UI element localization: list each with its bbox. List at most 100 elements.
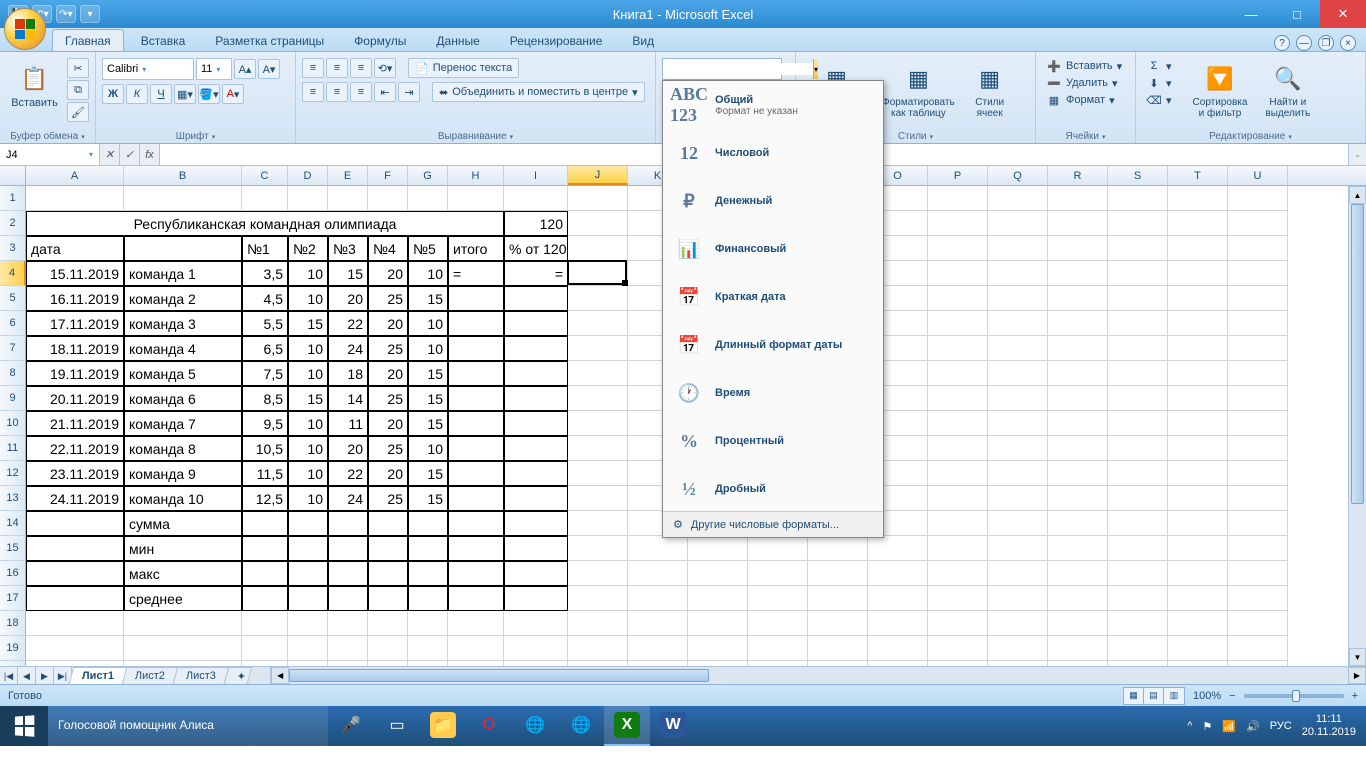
- cell-J7[interactable]: [568, 336, 628, 361]
- taskbar-task-view-icon[interactable]: ▭: [374, 706, 420, 746]
- cell-E6[interactable]: 22: [328, 311, 368, 336]
- cell-T14[interactable]: [1168, 511, 1228, 536]
- cell-M16[interactable]: [748, 561, 808, 586]
- cell-title-merged[interactable]: Республиканская командная олимпиада: [26, 211, 504, 236]
- cell-B8[interactable]: команда 5: [124, 361, 242, 386]
- page-break-view-icon[interactable]: ▥: [1164, 688, 1184, 704]
- cell-R17[interactable]: [1048, 586, 1108, 611]
- cell-D12[interactable]: 10: [288, 461, 328, 486]
- cell-N19[interactable]: [808, 636, 868, 661]
- cell-Q14[interactable]: [988, 511, 1048, 536]
- cell-T10[interactable]: [1168, 411, 1228, 436]
- tray-up-icon[interactable]: ^: [1187, 720, 1192, 732]
- cell-A8[interactable]: 19.11.2019: [26, 361, 124, 386]
- minimize-button[interactable]: —: [1228, 0, 1274, 28]
- cell-U5[interactable]: [1228, 286, 1288, 311]
- col-header-D[interactable]: D: [288, 166, 328, 185]
- taskbar-word-icon[interactable]: W: [650, 706, 696, 746]
- zoom-level[interactable]: 100%: [1193, 690, 1221, 702]
- cell-S8[interactable]: [1108, 361, 1168, 386]
- cell-F19[interactable]: [368, 636, 408, 661]
- cell-H11[interactable]: [448, 436, 504, 461]
- cell-A12[interactable]: 23.11.2019: [26, 461, 124, 486]
- cell-I4[interactable]: =: [504, 261, 568, 286]
- sheet-tab-Лист1[interactable]: Лист1: [69, 667, 128, 684]
- cell-U19[interactable]: [1228, 636, 1288, 661]
- cell-I15[interactable]: [504, 536, 568, 561]
- cell-H14[interactable]: [448, 511, 504, 536]
- insert-cells-button[interactable]: ➕Вставить ▾: [1042, 58, 1126, 74]
- cell-E15[interactable]: [328, 536, 368, 561]
- col-header-H[interactable]: H: [448, 166, 504, 185]
- cell-C5[interactable]: 4,5: [242, 286, 288, 311]
- cell-P4[interactable]: [928, 261, 988, 286]
- row-header-7[interactable]: 7: [0, 336, 26, 361]
- cell-T3[interactable]: [1168, 236, 1228, 261]
- borders-icon[interactable]: ▦▾: [174, 84, 196, 104]
- cell-T8[interactable]: [1168, 361, 1228, 386]
- cell-F13[interactable]: 25: [368, 486, 408, 511]
- row-header-2[interactable]: 2: [0, 211, 26, 236]
- cell-P16[interactable]: [928, 561, 988, 586]
- cell-T11[interactable]: [1168, 436, 1228, 461]
- tray-network-icon[interactable]: 📶: [1222, 720, 1236, 733]
- cell-E18[interactable]: [328, 611, 368, 636]
- align-left-icon[interactable]: ≡: [302, 82, 324, 102]
- cell-B14[interactable]: сумма: [124, 511, 242, 536]
- cell-R4[interactable]: [1048, 261, 1108, 286]
- cell-R7[interactable]: [1048, 336, 1108, 361]
- scroll-down-icon[interactable]: ▼: [1349, 648, 1366, 666]
- cell-G17[interactable]: [408, 586, 448, 611]
- cell-D11[interactable]: 10: [288, 436, 328, 461]
- cell-C8[interactable]: 7,5: [242, 361, 288, 386]
- qa-redo-icon[interactable]: ↷▾: [56, 5, 76, 23]
- cell-R15[interactable]: [1048, 536, 1108, 561]
- cell-U16[interactable]: [1228, 561, 1288, 586]
- cell-F18[interactable]: [368, 611, 408, 636]
- cell-G11[interactable]: 10: [408, 436, 448, 461]
- cell-S2[interactable]: [1108, 211, 1168, 236]
- cell-A10[interactable]: 21.11.2019: [26, 411, 124, 436]
- cell-H16[interactable]: [448, 561, 504, 586]
- cell-G15[interactable]: [408, 536, 448, 561]
- cell-C7[interactable]: 6,5: [242, 336, 288, 361]
- cell-U4[interactable]: [1228, 261, 1288, 286]
- cell-T15[interactable]: [1168, 536, 1228, 561]
- paste-button[interactable]: 📋 Вставить: [6, 58, 63, 114]
- cell-P7[interactable]: [928, 336, 988, 361]
- cell-R2[interactable]: [1048, 211, 1108, 236]
- cell-D16[interactable]: [288, 561, 328, 586]
- cell-F5[interactable]: 25: [368, 286, 408, 311]
- horizontal-scrollbar[interactable]: ◀ ▶: [270, 667, 1366, 684]
- cell-R11[interactable]: [1048, 436, 1108, 461]
- cell-C1[interactable]: [242, 186, 288, 211]
- format-item-7[interactable]: % Процентный: [663, 417, 883, 465]
- cell-G7[interactable]: 10: [408, 336, 448, 361]
- cell-J1[interactable]: [568, 186, 628, 211]
- find-select-button[interactable]: 🔍 Найти и выделить: [1258, 58, 1317, 124]
- number-format-combo[interactable]: ▾: [662, 58, 782, 80]
- tray-language[interactable]: РУС: [1270, 720, 1292, 732]
- cell-G13[interactable]: 15: [408, 486, 448, 511]
- col-header-P[interactable]: P: [928, 166, 988, 185]
- cell-B6[interactable]: команда 3: [124, 311, 242, 336]
- hscroll-thumb[interactable]: [289, 669, 709, 682]
- cell-U11[interactable]: [1228, 436, 1288, 461]
- cell-B11[interactable]: команда 8: [124, 436, 242, 461]
- cell-Q7[interactable]: [988, 336, 1048, 361]
- cell-I6[interactable]: [504, 311, 568, 336]
- cancel-formula-icon[interactable]: ✕: [100, 144, 120, 165]
- cell-Q3[interactable]: [988, 236, 1048, 261]
- sort-filter-button[interactable]: 🔽 Сортировка и фильтр: [1186, 58, 1255, 124]
- row-header-10[interactable]: 10: [0, 411, 26, 436]
- cell-R10[interactable]: [1048, 411, 1108, 436]
- taskbar-opera-icon[interactable]: O: [466, 706, 512, 746]
- col-header-F[interactable]: F: [368, 166, 408, 185]
- cell-H9[interactable]: [448, 386, 504, 411]
- cell-F1[interactable]: [368, 186, 408, 211]
- cell-I14[interactable]: [504, 511, 568, 536]
- cell-L16[interactable]: [688, 561, 748, 586]
- cell-H1[interactable]: [448, 186, 504, 211]
- cell-J5[interactable]: [568, 286, 628, 311]
- cell-U1[interactable]: [1228, 186, 1288, 211]
